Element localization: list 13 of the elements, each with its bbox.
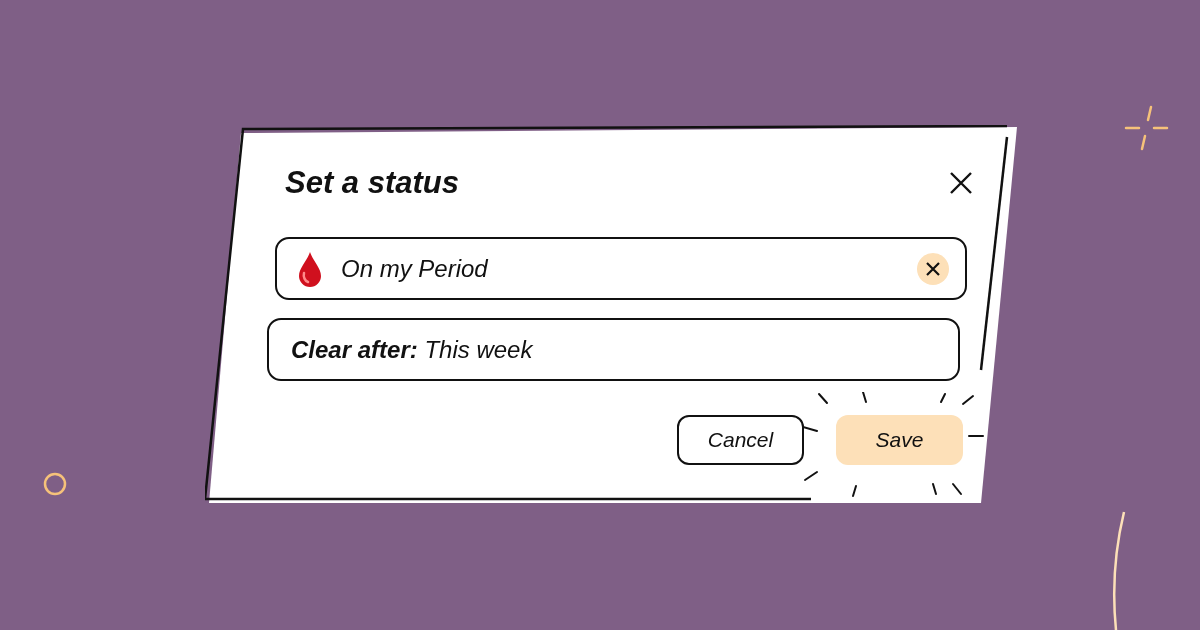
- sparkle-icon: [1124, 105, 1169, 151]
- cancel-button[interactable]: Cancel: [677, 415, 804, 465]
- save-button[interactable]: Save: [836, 415, 963, 465]
- close-icon: [926, 261, 940, 276]
- close-icon: [949, 171, 973, 195]
- status-text: On my Period: [341, 254, 489, 283]
- drop-icon: [297, 250, 323, 287]
- ring-icon: [43, 472, 67, 496]
- close-button[interactable]: [949, 171, 973, 195]
- clear-button[interactable]: [917, 252, 949, 285]
- dialog-title: Set a status: [285, 165, 459, 201]
- clear-after-field[interactable]: Clear after: This week: [267, 318, 960, 381]
- status-field[interactable]: On my Period: [275, 237, 967, 300]
